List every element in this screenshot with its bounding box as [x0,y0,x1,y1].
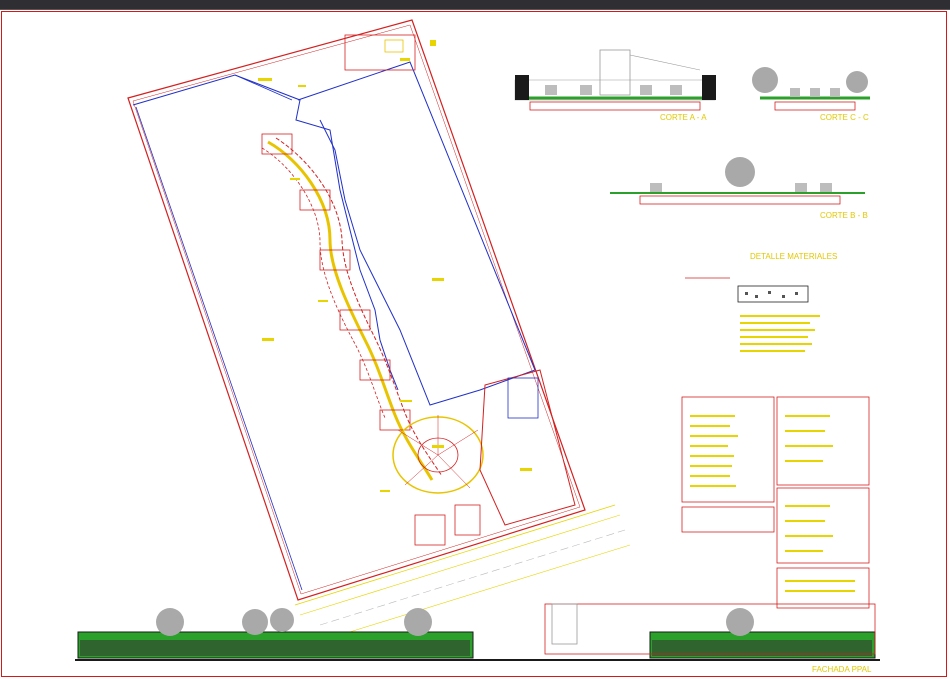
path-steps [261,133,411,431]
garden-path-edge [275,137,443,477]
section-cc-title: CORTE C - C [820,113,869,122]
section-aa-title: CORTE A - A [660,113,707,122]
entrance-block-2 [454,504,481,536]
tree-icon [242,609,268,635]
section-aa: CORTE A - A [514,49,716,122]
plan-annotations [258,40,532,492]
site-plan [127,19,631,636]
cad-drawing-canvas: CORTE A - A CORTE C - C CORTE B - B DETA… [75,19,880,674]
tree-icon [752,67,778,93]
materials-detail: DETALLE MATERIALES [685,252,837,352]
building-block [479,369,576,526]
tree-icon [846,71,868,93]
lot-division-right [297,61,536,406]
lot-line-west [135,106,303,591]
materials-detail-title: DETALLE MATERIALES [750,252,837,261]
main-elevation: FACHADA PPAL [75,603,880,674]
gate-structure [344,34,416,71]
garden-path-edge-2 [261,147,386,419]
quantity-tables [681,396,870,609]
tree-icon [156,608,184,636]
window-title-bar [0,0,950,10]
garden-path [267,140,434,481]
table-rows [690,415,855,592]
lot-division-left [132,74,399,391]
tree-icon [725,157,755,187]
section-bb: CORTE B - B [610,157,868,220]
street [294,504,631,636]
tree-icon [726,608,754,636]
tree-icon [270,608,294,632]
tree-icon [404,608,432,636]
entrance-block [414,514,446,546]
small-room [507,377,539,419]
section-bb-title: CORTE B - B [820,211,868,220]
section-cc: CORTE C - C [752,67,870,122]
elevation-title: FACHADA PPAL [812,665,872,674]
drawing-sheet: CORTE A - A CORTE C - C CORTE B - B DETA… [0,10,950,680]
